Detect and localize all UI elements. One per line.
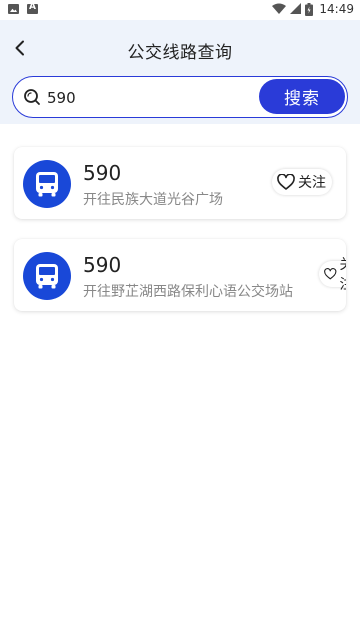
route-card[interactable]: 590 开往民族大道光谷广场 关注: [14, 147, 346, 219]
bus-icon: [23, 252, 71, 300]
search-input[interactable]: [47, 87, 257, 109]
notification-icons: [8, 2, 38, 14]
route-number: 590: [83, 161, 122, 185]
wifi-icon: [272, 3, 287, 14]
route-destination: 开往野芷湖西路保利心语公交场站: [83, 284, 293, 300]
heart-icon: [277, 174, 295, 190]
system-icons: 14:49: [272, 2, 354, 16]
battery-icon: [305, 2, 314, 16]
text-notification-icon: [27, 2, 38, 14]
heart-icon: [324, 268, 337, 280]
route-card[interactable]: 590 开往野芷湖西路保利心语公交场站 关注: [14, 239, 346, 311]
header: 公交线路查询 搜索: [0, 20, 360, 124]
search-button[interactable]: 搜索: [259, 79, 345, 114]
bus-icon: [23, 160, 71, 208]
follow-button[interactable]: 关注: [319, 257, 346, 293]
route-number: 590: [83, 253, 122, 277]
search-icon: [24, 89, 40, 105]
page-title: 公交线路查询: [127, 43, 233, 63]
status-time: 14:49: [319, 2, 354, 16]
follow-label: 关注: [340, 254, 346, 294]
follow-label: 关注: [298, 175, 326, 191]
signal-icon: [290, 3, 302, 14]
status-bar: 14:49: [0, 0, 360, 20]
route-destination: 开往民族大道光谷广场: [83, 192, 223, 208]
image-notification-icon: [8, 4, 19, 14]
follow-button[interactable]: 关注: [272, 169, 332, 195]
search-bar: 搜索: [12, 76, 348, 118]
